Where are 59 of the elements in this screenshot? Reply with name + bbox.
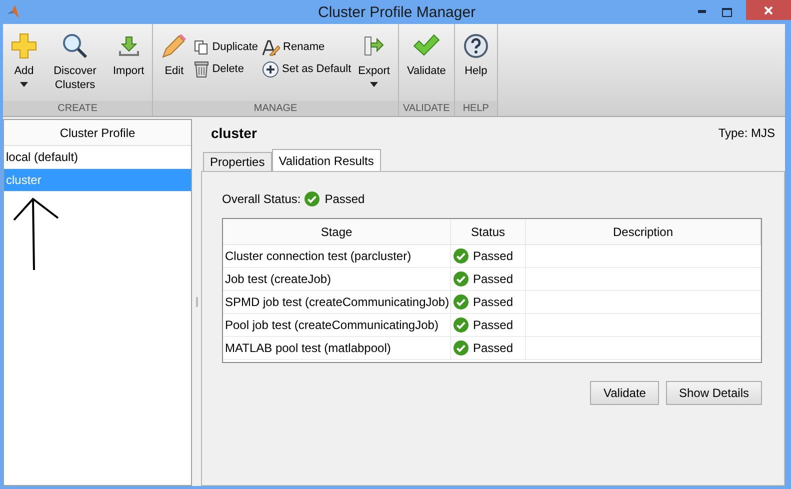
- profile-type: Type: MJS: [718, 125, 775, 142]
- toolbar-button[interactable]: Set as Default: [262, 60, 352, 79]
- plus-circle-icon: [262, 61, 280, 78]
- toolbar-button[interactable]: Import: [108, 24, 150, 100]
- export-icon: [363, 35, 386, 57]
- trash-icon: [194, 61, 210, 78]
- rename-icon: [262, 40, 280, 56]
- table-cell-text: Passed: [473, 248, 514, 265]
- toolbar-button[interactable]: Discover Clusters: [42, 24, 108, 100]
- table-cell-text: Passed: [473, 294, 514, 311]
- toolbar-button[interactable]: Delete: [194, 60, 258, 79]
- table-cell-text: Passed: [473, 317, 514, 334]
- magnifier-icon: [62, 33, 88, 59]
- toolbar-button[interactable]: Edit: [156, 24, 192, 100]
- table-cell: Pool job test (createCommunicatingJob): [223, 314, 451, 336]
- check-icon: [453, 317, 469, 333]
- window-title: Cluster Profile Manager: [318, 3, 476, 23]
- close-button[interactable]: [746, 0, 791, 20]
- app-logo-icon: [6, 5, 20, 19]
- status-label: Overall Status:: [222, 191, 301, 208]
- tab[interactable]: Validation Results: [272, 149, 381, 171]
- copy-icon: [194, 40, 210, 55]
- plus-icon: [11, 33, 37, 59]
- table-cell-text: Passed: [473, 271, 514, 288]
- check-icon: [453, 248, 469, 264]
- column-header: Status: [451, 219, 526, 244]
- toolbar-button[interactable]: Rename: [262, 38, 352, 57]
- minimize-icon[interactable]: [698, 10, 708, 14]
- group-label: HELP: [454, 101, 497, 116]
- status-value: Passed: [324, 191, 365, 208]
- column-header: Description: [526, 219, 761, 244]
- group-label: VALIDATE: [398, 101, 454, 116]
- check-icon: [453, 294, 469, 310]
- maximize-icon[interactable]: [722, 8, 732, 16]
- toolbar-button[interactable]: Export: [353, 24, 395, 100]
- table-cell: Job test (createJob): [223, 268, 451, 290]
- table-cell-text: Passed: [473, 340, 514, 357]
- check-icon: [453, 271, 469, 287]
- toolbar-button[interactable]: Add: [6, 24, 42, 100]
- table-cell: SPMD job test (createCommunicatingJob): [223, 291, 451, 313]
- tab[interactable]: Properties: [203, 152, 272, 171]
- table-cell: MATLAB pool test (matlabpool): [223, 337, 451, 359]
- check-icon: [453, 340, 469, 356]
- group-label: CREATE: [3, 101, 152, 116]
- group-label: MANAGE: [153, 101, 398, 116]
- download-icon: [118, 35, 140, 57]
- toolbar-button[interactable]: Help: [458, 24, 494, 100]
- column-header: Stage: [223, 219, 451, 244]
- column-header: Cluster Profile: [4, 120, 191, 146]
- check-icon: [304, 191, 320, 207]
- action-button[interactable]: Show Details: [666, 381, 762, 405]
- pencil-icon: [161, 33, 188, 59]
- toolbar-button[interactable]: Validate: [402, 24, 451, 100]
- action-button[interactable]: Validate: [590, 381, 659, 405]
- table-cell: Cluster connection test (parcluster): [223, 245, 451, 267]
- help-icon: [462, 33, 489, 59]
- toolbar-button[interactable]: Duplicate: [194, 38, 258, 57]
- close-icon: [764, 6, 773, 14]
- profile-name: cluster: [211, 124, 257, 142]
